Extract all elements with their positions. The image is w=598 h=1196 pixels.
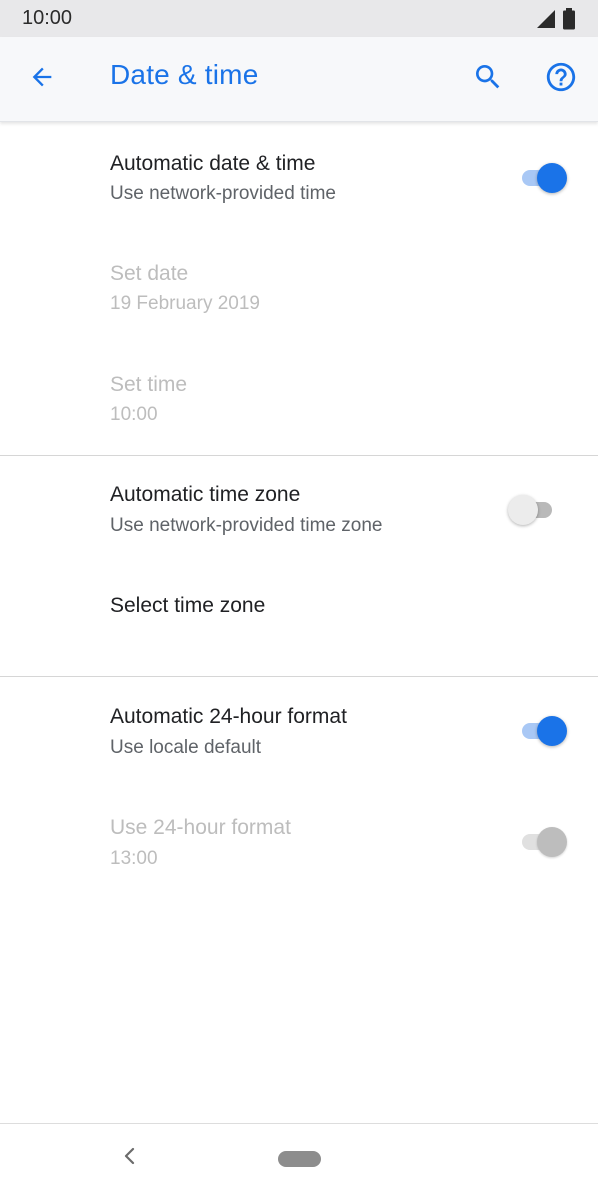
automatic-24-hour-title: Automatic 24-hour format [110,705,347,728]
select-time-zone-item[interactable]: Select time zone [0,566,598,676]
automatic-date-time-title: Automatic date & time [110,152,316,175]
automatic-time-zone-title: Automatic time zone [110,483,301,506]
status-time: 10:00 [22,7,73,29]
switch-thumb [508,495,538,525]
set-date-value: 19 February 2019 [110,293,260,314]
automatic-date-time-subtitle: Use network-provided time [110,183,336,204]
nav-back-button[interactable] [112,1140,148,1176]
nav-bar-divider [0,1123,598,1124]
automatic-date-time-item[interactable]: Automatic date & time Use network-provid… [0,121,598,231]
automatic-time-zone-item[interactable]: Automatic time zone Use network-provided… [0,456,598,566]
switch-thumb [537,163,567,193]
help-icon [544,60,578,99]
select-time-zone-title: Select time zone [110,594,266,617]
page-title: Date & time [110,59,259,90]
automatic-time-zone-subtitle: Use network-provided time zone [110,515,383,536]
set-time-value: 10:00 [110,404,158,425]
set-date-item: Set date 19 February 2019 [0,231,598,342]
switch-thumb [537,716,567,746]
automatic-time-zone-switch[interactable] [508,492,564,528]
automatic-date-time-switch[interactable] [518,160,570,196]
use-24-hour-switch [518,824,570,860]
automatic-24-hour-item[interactable]: Automatic 24-hour format Use locale defa… [0,677,598,787]
home-pill-icon[interactable] [278,1151,321,1167]
status-bar: 10:00 [0,0,598,37]
help-button[interactable] [537,55,585,103]
automatic-24-hour-switch[interactable] [518,713,570,749]
use-24-hour-item: Use 24-hour format 13:00 [0,787,598,898]
use-24-hour-title: Use 24-hour format [110,816,291,839]
search-button[interactable] [464,55,512,103]
screen: 10:00 Date & time Automatic date & time … [0,0,598,1196]
set-date-title: Set date [110,262,189,285]
status-icons [536,8,576,35]
nav-back-icon [122,1146,138,1171]
battery-icon [562,8,576,35]
search-icon [472,61,504,98]
automatic-24-hour-subtitle: Use locale default [110,737,262,758]
switch-thumb [537,827,567,857]
set-time-title: Set time [110,373,188,396]
back-arrow-icon [28,63,56,96]
app-bar: Date & time [0,37,598,122]
signal-icon [536,9,556,34]
back-button[interactable] [18,55,66,103]
use-24-hour-value: 13:00 [110,848,158,869]
set-time-item: Set time 10:00 [0,342,598,454]
